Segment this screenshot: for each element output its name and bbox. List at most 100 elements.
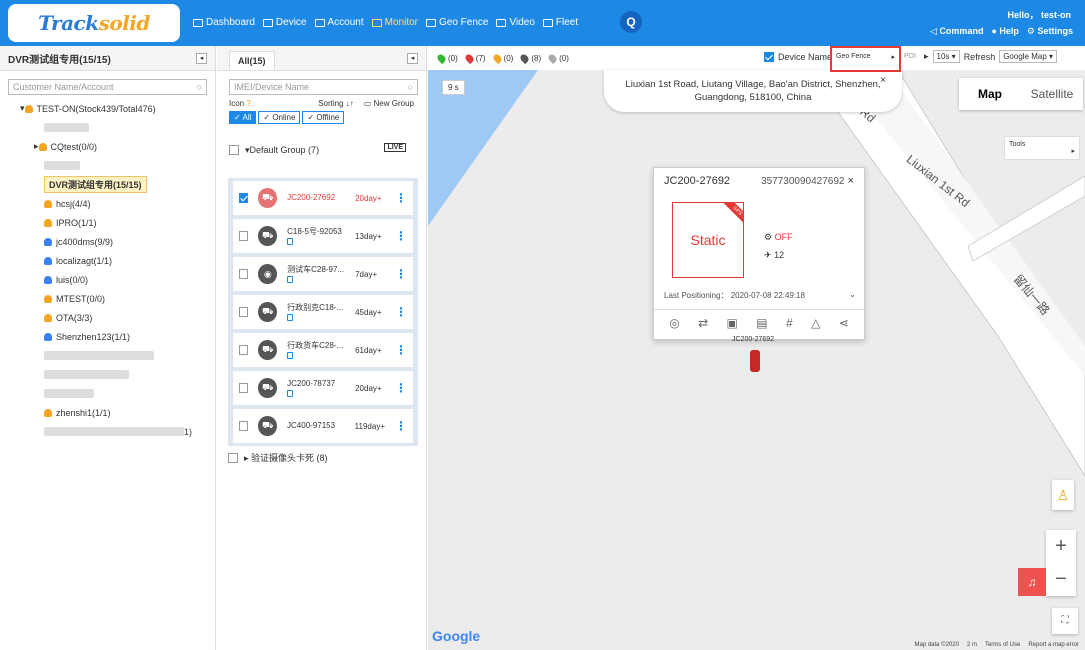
device-item[interactable]: ⛟ JC400-97153 119day+ ⋮ [233,409,413,443]
customer-search-input[interactable]: Customer Name/Account ○ [8,79,207,95]
more-options-icon[interactable]: ⋮ [395,344,407,356]
interval-select[interactable]: 10s ▾ [932,50,960,63]
tree-item[interactable]: zhenshi1(1/1) [0,403,215,422]
legend-inactive[interactable]: (0) [546,52,569,64]
geo-fence-dropdown[interactable]: Geo Fence ▸ [830,46,901,72]
device-checkbox[interactable] [239,421,249,431]
legend-moving[interactable]: (0) [435,52,458,64]
tree-item[interactable]: luis(0/0) [0,270,215,289]
search-icon[interactable]: ○ [197,82,202,92]
fence-icon[interactable]: # [786,316,793,330]
tree-item[interactable]: localizagt(1/1) [0,251,215,270]
search-icon[interactable]: ○ [408,82,413,92]
legend-static[interactable]: (7) [463,52,486,64]
tree-item[interactable]: ▸ CQtest(0/0) [0,137,215,156]
live-icon[interactable]: LIVE [384,143,406,152]
device-name-toggle[interactable]: Device Name [764,52,832,62]
device-checkbox[interactable] [239,345,249,355]
nav-dashboard[interactable]: Dashboard [193,17,255,28]
nav-fleet[interactable]: Fleet [542,17,578,28]
new-group-button[interactable]: ▭ New Group [364,99,414,108]
terms-link[interactable]: Terms of Use [985,642,1020,648]
more-options-icon[interactable]: ⋮ [395,268,407,280]
alert-icon[interactable]: △ [811,316,820,330]
device-checkbox[interactable] [239,269,249,279]
collapse-left-button[interactable]: ◂ [196,52,207,64]
tree-item[interactable]: OTA(3/3) [0,308,215,327]
street-view-icon[interactable]: ♙ [1052,480,1074,510]
legend-offline[interactable]: (8) [519,52,541,64]
chevron-down-icon[interactable]: ▾ [20,103,25,114]
more-options-icon[interactable]: ⋮ [395,382,407,394]
nav-account[interactable]: Account [314,17,364,28]
device-search-input[interactable]: IMEI/Device Name ○ [229,79,418,95]
collapse-mid-button[interactable]: ◂ [407,53,418,64]
tree-item[interactable] [0,365,215,384]
device-checkbox[interactable] [239,383,249,393]
nav-monitor[interactable]: Monitor [371,17,418,28]
tree-item[interactable] [0,346,215,365]
tree-item[interactable]: jc400dms(9/9) [0,232,215,251]
device-item[interactable]: ⛟ JC200-78737 20day+ ⋮ [233,371,413,405]
tree-item[interactable] [0,118,215,137]
filter-online[interactable]: ✓ Online [258,111,301,124]
group-checkbox[interactable] [229,145,239,155]
share-icon[interactable]: ⋖ [839,316,849,330]
satellite-button[interactable]: Satellite [1021,78,1083,110]
tree-item[interactable]: DVR测试组专用(15/15) [0,175,215,194]
detail-icon[interactable]: ▤ [756,316,767,330]
tab-all[interactable]: All(15) [229,51,275,70]
more-options-icon[interactable]: ⋮ [395,192,407,204]
map-area[interactable]: Liuxian 1st Rd 留仙一路 Rd (0) (7) (0) (8) (… [428,46,1085,650]
playback-icon[interactable]: ⇄ [698,316,708,330]
fullscreen-icon[interactable]: ⛶ [1052,608,1078,634]
tree-item[interactable]: ▾ TEST-ON(Stock439/Total476) [0,99,215,118]
more-options-icon[interactable]: ⋮ [395,306,407,318]
logo[interactable]: Tracksolid [8,4,180,42]
map-type-select[interactable]: Google Map ▾ [999,50,1058,63]
tree-item[interactable] [0,156,215,175]
device-checkbox[interactable] [239,307,249,317]
settings-link[interactable]: ⚙ Settings [1027,26,1073,37]
help-icon[interactable]: ? [246,99,250,108]
poi-label[interactable]: POI [904,53,916,60]
close-icon[interactable]: × [880,74,886,87]
zoom-out-button[interactable]: − [1046,563,1076,596]
more-options-icon[interactable]: ⋮ [395,230,407,242]
device-checkbox[interactable] [239,193,249,203]
tree-item[interactable]: Shenzhen123(1/1) [0,327,215,346]
help-link[interactable]: ● Help [991,26,1018,37]
bell-icon[interactable]: ♫ [1018,568,1046,596]
sorting-option[interactable]: Sorting ↓↑ [318,99,354,108]
filter-offline[interactable]: ✓ Offline [302,111,345,124]
nav-device[interactable]: Device [262,17,307,28]
chevron-right-icon[interactable]: ▸ [34,141,39,152]
close-icon[interactable]: × [848,175,854,187]
device-item[interactable]: ⛟ JC200-27692 20day+ ⋮ [233,181,413,215]
device-checkbox[interactable] [239,231,249,241]
command-icon[interactable]: ▣ [727,316,738,330]
device-item[interactable]: ⛟ C18-5号-92053 13day+ ⋮ [233,219,413,253]
location-icon[interactable]: ◎ [669,316,679,330]
filter-all[interactable]: ✓ All [229,111,257,124]
tree-item[interactable] [0,384,215,403]
nav-geo-fence[interactable]: Geo Fence [426,17,488,28]
tree-item[interactable]: IPRO(1/1) [0,213,215,232]
nav-video[interactable]: Video [496,17,535,28]
tree-item[interactable]: MTEST(0/0) [0,289,215,308]
device-item[interactable]: ⛟ 行政货车C28-... 61day+ ⋮ [233,333,413,367]
report-link[interactable]: Report a map error [1028,642,1079,648]
tree-item[interactable]: 1) [0,422,215,441]
car-marker[interactable] [750,350,760,372]
chevron-down-icon[interactable]: ⌄ [849,290,856,301]
icon-option[interactable]: Icon ? [229,99,251,108]
search-icon[interactable]: Q [620,11,642,33]
subgroup-checkbox[interactable] [228,452,238,463]
device-item[interactable]: ⛟ 行政别克C18-... 45day+ ⋮ [233,295,413,329]
device-name-checkbox[interactable] [764,52,774,62]
map-button[interactable]: Map [959,78,1021,110]
device-item[interactable]: ◉ 测试车C28-97... 7day+ ⋮ [233,257,413,291]
zoom-in-button[interactable]: + [1046,530,1076,563]
tools-dropdown[interactable]: Tools ▸ [1004,136,1080,160]
legend-idle[interactable]: (0) [491,52,513,64]
